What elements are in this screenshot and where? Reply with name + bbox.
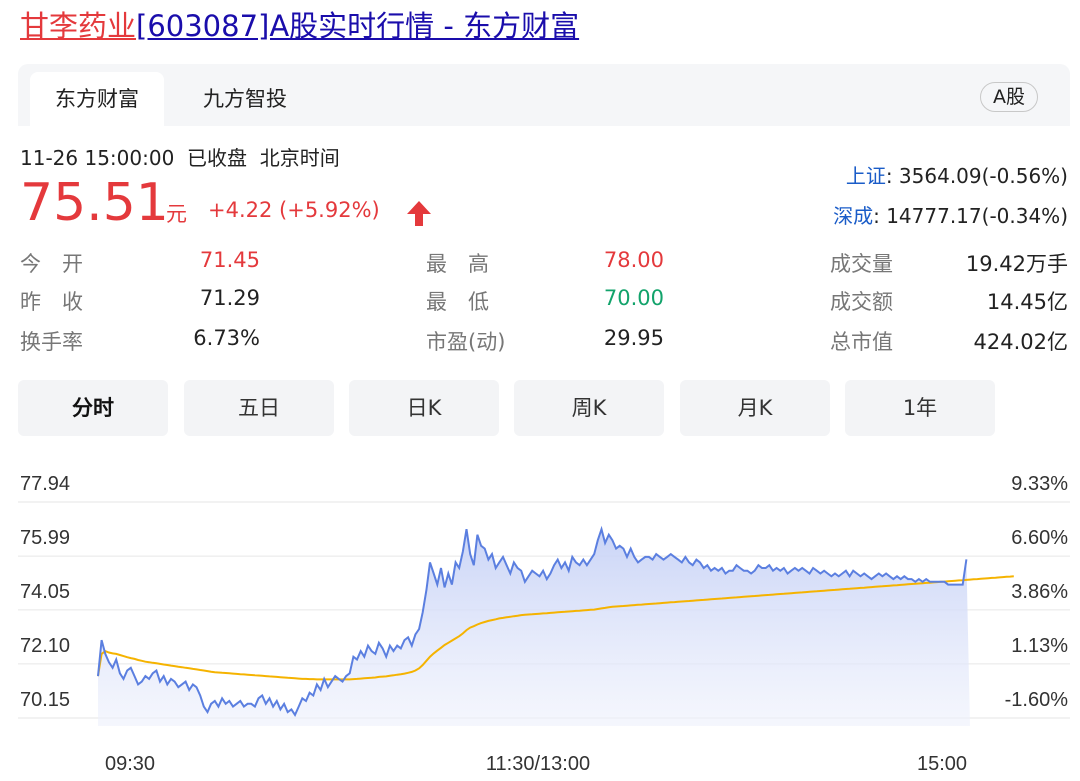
y-tick-label: 70.15 xyxy=(20,689,70,711)
quote-timestamp: 11-26 15:00:00 xyxy=(20,146,175,170)
current-price: 75.51 xyxy=(20,173,169,233)
page-title[interactable]: 甘李药业[603087]A股实时行情 - 东方财富 xyxy=(20,4,579,48)
price-change: +4.22 (+5.92%) xyxy=(208,198,380,222)
stat-label-low: 最 低 xyxy=(426,290,489,314)
stat-value-turnover: 14.45亿 xyxy=(986,290,1068,314)
stat-value-prev-close: 71.29 xyxy=(199,286,260,310)
index-shenzhen-name[interactable]: 深成 xyxy=(833,204,873,228)
index-shenzhen[interactable]: 深成: 14777.17(-0.34%) xyxy=(833,200,1068,229)
intraday-chart[interactable]: 77.94 75.99 74.05 72.10 70.15 9.33% 6.60% 3.86%… xyxy=(0,440,1080,781)
period-tab-monthly-k[interactable]: 月K xyxy=(680,380,830,436)
period-tab-five-day[interactable]: 五日 xyxy=(184,380,334,436)
y-pct-tick-label: 3.86% xyxy=(1011,581,1068,603)
x-tick-label: 11:30/13:00 xyxy=(486,753,590,775)
source-tabbar: 东方财富 九方智投 A股 xyxy=(18,64,1070,126)
market-badge[interactable]: A股 xyxy=(980,82,1038,112)
stat-value-low: 70.00 xyxy=(603,286,664,310)
period-tab-one-year[interactable]: 1年 xyxy=(845,380,995,436)
y-tick-label: 77.94 xyxy=(20,473,70,495)
index-shanghai[interactable]: 上证: 3564.09(-0.56%) xyxy=(846,160,1068,189)
index-shenzhen-value: : 14777.17(-0.34%) xyxy=(873,204,1068,228)
stat-label-open: 今 开 xyxy=(20,252,83,276)
price-area-fill xyxy=(98,529,970,726)
stat-label-turnover: 成交额 xyxy=(830,290,893,314)
stat-label-prev-close: 昨 收 xyxy=(20,290,83,314)
stock-name-link[interactable]: 甘李药业 xyxy=(20,9,136,43)
timezone-label: 北京时间 xyxy=(259,146,340,170)
quote-timestamp-line: 11-26 15:00:00 已收盘 北京时间 xyxy=(20,142,340,171)
period-tab-weekly-k[interactable]: 周K xyxy=(514,380,664,436)
stat-label-volume: 成交量 xyxy=(830,252,893,276)
tab-eastmoney[interactable]: 东方财富 xyxy=(30,72,164,126)
index-shanghai-name[interactable]: 上证 xyxy=(846,164,886,188)
market-status: 已收盘 xyxy=(187,146,248,170)
y-tick-label: 75.99 xyxy=(20,527,70,549)
x-tick-label: 15:00 xyxy=(917,753,967,775)
index-shanghai-value: : 3564.09(-0.56%) xyxy=(885,164,1068,188)
up-arrow-icon xyxy=(407,201,431,226)
period-tab-intraday[interactable]: 分时 xyxy=(18,380,168,436)
y-pct-tick-label: 9.33% xyxy=(1011,473,1068,495)
stat-value-volume: 19.42万手 xyxy=(965,252,1068,276)
y-pct-tick-label: 1.13% xyxy=(1011,635,1068,657)
stock-title-link[interactable]: [603087]A股实时行情 - 东方财富 xyxy=(136,9,579,43)
stat-label-high: 最 高 xyxy=(426,252,489,276)
stat-value-market-cap: 424.02亿 xyxy=(973,330,1068,354)
y-tick-label: 72.10 xyxy=(20,635,70,657)
stat-label-pe: 市盈(动) xyxy=(426,330,506,354)
y-pct-tick-label: -1.60% xyxy=(1005,689,1069,711)
stat-label-market-cap: 总市值 xyxy=(830,330,893,354)
tab-jiufang[interactable]: 九方智投 xyxy=(178,72,312,126)
stat-value-open: 71.45 xyxy=(199,248,260,272)
price-unit: 元 xyxy=(166,202,187,226)
y-tick-label: 74.05 xyxy=(20,581,70,603)
stat-value-turnover-rate: 6.73% xyxy=(193,326,260,350)
intraday-chart-svg: 77.94 75.99 74.05 72.10 70.15 9.33% 6.60% 3.86%… xyxy=(18,473,1070,775)
period-tab-daily-k[interactable]: 日K xyxy=(349,380,499,436)
stat-label-turnover-rate: 换手率 xyxy=(20,330,83,354)
y-pct-tick-label: 6.60% xyxy=(1011,527,1068,549)
stat-value-pe: 29.95 xyxy=(603,326,664,350)
stat-value-high: 78.00 xyxy=(603,248,664,272)
x-tick-label: 09:30 xyxy=(105,753,155,775)
